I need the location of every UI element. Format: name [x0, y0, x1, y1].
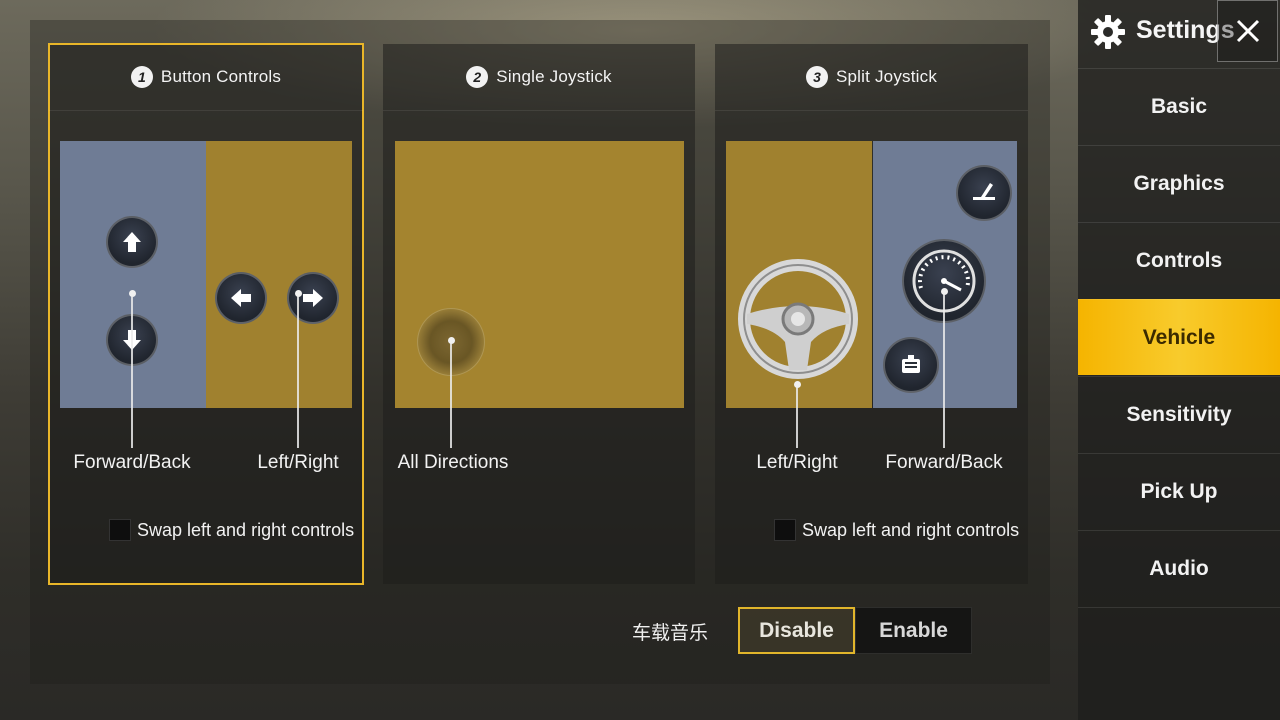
arrow-right-icon — [287, 272, 339, 324]
card-header: 3 Split Joystick — [715, 44, 1028, 111]
left-right-pointer-line — [796, 387, 798, 448]
button-controls-card[interactable]: 1 Button Controls Forward/Back Left/Righ… — [48, 43, 364, 585]
card-number-badge: 1 — [130, 66, 153, 88]
card-number-badge: 3 — [805, 66, 828, 88]
left-right-label: Left/Right — [257, 452, 339, 473]
sidebar-item-controls[interactable]: Controls — [1078, 222, 1280, 298]
left-right-pointer-line — [297, 296, 299, 448]
card-number-badge: 2 — [466, 66, 489, 88]
sidebar-item-pick-up[interactable]: Pick Up — [1078, 453, 1280, 529]
sidebar-item-audio[interactable]: Audio — [1078, 530, 1280, 606]
left-right-label: Left/Right — [756, 452, 838, 473]
forward-back-pointer-line — [131, 296, 133, 448]
swap-controls-option[interactable]: Swap left and right controls — [774, 519, 1019, 541]
sidebar-header: Settings — [1078, 0, 1280, 65]
card-title: Button Controls — [160, 67, 282, 86]
single-joystick-card[interactable]: 2 Single Joystick All Directions — [383, 44, 695, 584]
steering-wheel-icon — [737, 258, 859, 380]
split-joystick-card[interactable]: 3 Split Joystick Left/Right Forward/Back… — [715, 44, 1028, 584]
sidebar-item-basic[interactable]: Basic — [1078, 68, 1280, 144]
swap-controls-option[interactable]: Swap left and right controls — [109, 519, 354, 541]
vehicle-controls-panel: 1 Button Controls Forward/Back Left/Righ… — [30, 20, 1050, 684]
swap-controls-checkbox[interactable] — [774, 519, 796, 541]
card-header: 2 Single Joystick — [383, 44, 695, 111]
card-header: 1 Button Controls — [49, 44, 363, 111]
vehicle-music-enable-button[interactable]: Enable — [855, 607, 972, 654]
close-button[interactable] — [1217, 0, 1278, 62]
brake-pedal-icon — [883, 337, 939, 393]
sidebar-item-sensitivity[interactable]: Sensitivity — [1078, 376, 1280, 452]
vehicle-music-disable-button[interactable]: Disable — [738, 607, 855, 654]
handbrake-icon — [956, 165, 1012, 221]
card-title: Single Joystick — [496, 67, 612, 86]
swap-controls-label: Swap left and right controls — [802, 519, 1020, 540]
forward-back-label: Forward/Back — [73, 452, 191, 473]
sidebar-item-vehicle[interactable]: Vehicle — [1078, 299, 1280, 375]
vehicle-music-label: 车载音乐 — [632, 623, 709, 644]
gear-icon — [1090, 14, 1126, 50]
sidebar-item-graphics[interactable]: Graphics — [1078, 145, 1280, 221]
arrow-up-icon — [106, 216, 158, 268]
forward-back-zone — [60, 141, 206, 408]
swap-controls-label: Swap left and right controls — [137, 519, 355, 540]
all-directions-label: All Directions — [397, 452, 509, 473]
card-title: Split Joystick — [835, 67, 938, 86]
forward-back-pointer-line — [943, 294, 945, 448]
forward-back-label: Forward/Back — [885, 452, 1003, 473]
all-directions-pointer-line — [450, 343, 452, 448]
swap-controls-checkbox[interactable] — [109, 519, 131, 541]
close-x-icon — [1236, 19, 1259, 43]
settings-sidebar: Settings Basic Graphics Controls Vehicle… — [1078, 0, 1280, 720]
arrow-left-icon — [215, 272, 267, 324]
sidebar-divider — [1078, 607, 1280, 608]
